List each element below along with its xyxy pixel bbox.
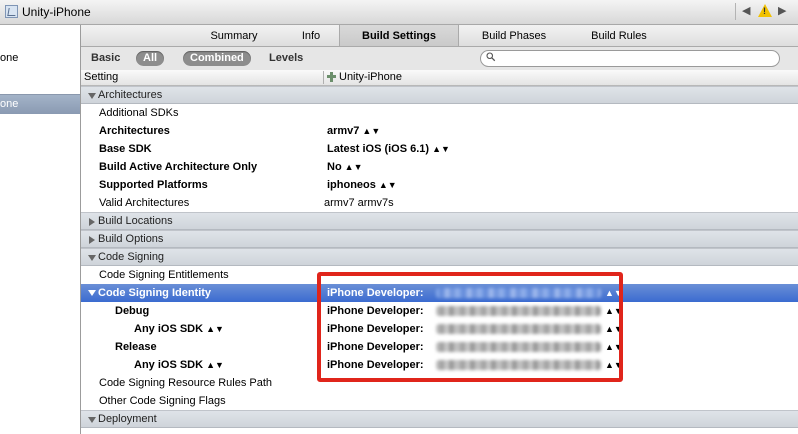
disclosure-right-icon[interactable] [89,236,95,244]
search-icon [486,52,496,62]
disclosure-right-icon[interactable] [89,218,95,226]
stepper-icon: ▲▼ [206,324,224,334]
project-navigator: one one [0,25,81,434]
setting-column-header[interactable]: Setting [84,71,118,83]
warning-icon[interactable]: ! [758,4,772,17]
separator [735,3,736,20]
levels-button[interactable]: Levels [269,51,303,66]
section-build-options[interactable]: Build Options [81,230,798,248]
disclosure-down-icon[interactable] [88,417,96,423]
tab-build-phases[interactable]: Build Phases [469,25,559,46]
section-architectures[interactable]: Architectures [81,86,798,104]
nav-back-icon[interactable]: ◀ [742,4,750,17]
stepper-icon: ▲▼ [362,126,381,136]
filter-bar: Basic All Combined Levels [81,47,798,71]
tab-build-rules[interactable]: Build Rules [579,25,659,46]
stepper-icon: ▲▼ [344,162,363,172]
section-code-signing[interactable]: Code Signing [81,248,798,266]
project-title[interactable]: Unity-iPhone [22,5,91,19]
table-row[interactable]: Valid Architectures armv7 armv7s [81,194,798,212]
annotation-highlight-box [317,272,623,382]
settings-header: Setting Unity-iPhone [81,70,798,86]
navigator-item-project[interactable]: one [0,49,80,68]
tab-build-settings[interactable]: Build Settings [339,25,459,46]
column-divider[interactable] [323,71,324,84]
section-deployment[interactable]: Deployment [81,410,798,428]
project-icon [5,5,18,18]
table-row[interactable]: Base SDK Latest iOS (iOS 6.1) ▲▼ [81,140,798,158]
disclosure-down-icon[interactable] [88,93,96,99]
editor-tabs: Summary Info Build Settings Build Phases… [81,25,798,47]
nav-forward-icon[interactable]: ▶ [778,4,786,17]
target-column-header[interactable]: Unity-iPhone [339,71,402,83]
table-row[interactable]: Supported Platforms iphoneos ▲▼ [81,176,798,194]
target-icon [327,72,336,82]
stepper-icon: ▲▼ [432,144,450,154]
table-row[interactable]: Build Active Architecture Only No ▲▼ [81,158,798,176]
all-button[interactable]: All [136,51,165,66]
table-row[interactable]: Architectures armv7 ▲▼ [81,122,798,140]
tab-info[interactable]: Info [291,25,331,46]
table-row[interactable]: Other Code Signing Flags [81,392,798,410]
tab-summary[interactable]: Summary [199,25,269,46]
basic-button[interactable]: Basic [91,51,120,66]
path-bar: Unity-iPhone ◀ ! ▶ [0,0,798,25]
stepper-icon: ▲▼ [206,360,224,370]
navigator-item-target[interactable]: one [0,94,80,114]
disclosure-down-icon[interactable] [88,255,96,261]
stepper-icon: ▲▼ [378,180,397,190]
disclosure-down-icon[interactable] [88,290,96,296]
section-build-locations[interactable]: Build Locations [81,212,798,230]
search-input[interactable] [480,50,780,67]
combined-button[interactable]: Combined [183,51,251,66]
table-row[interactable]: Additional SDKs [81,104,798,122]
